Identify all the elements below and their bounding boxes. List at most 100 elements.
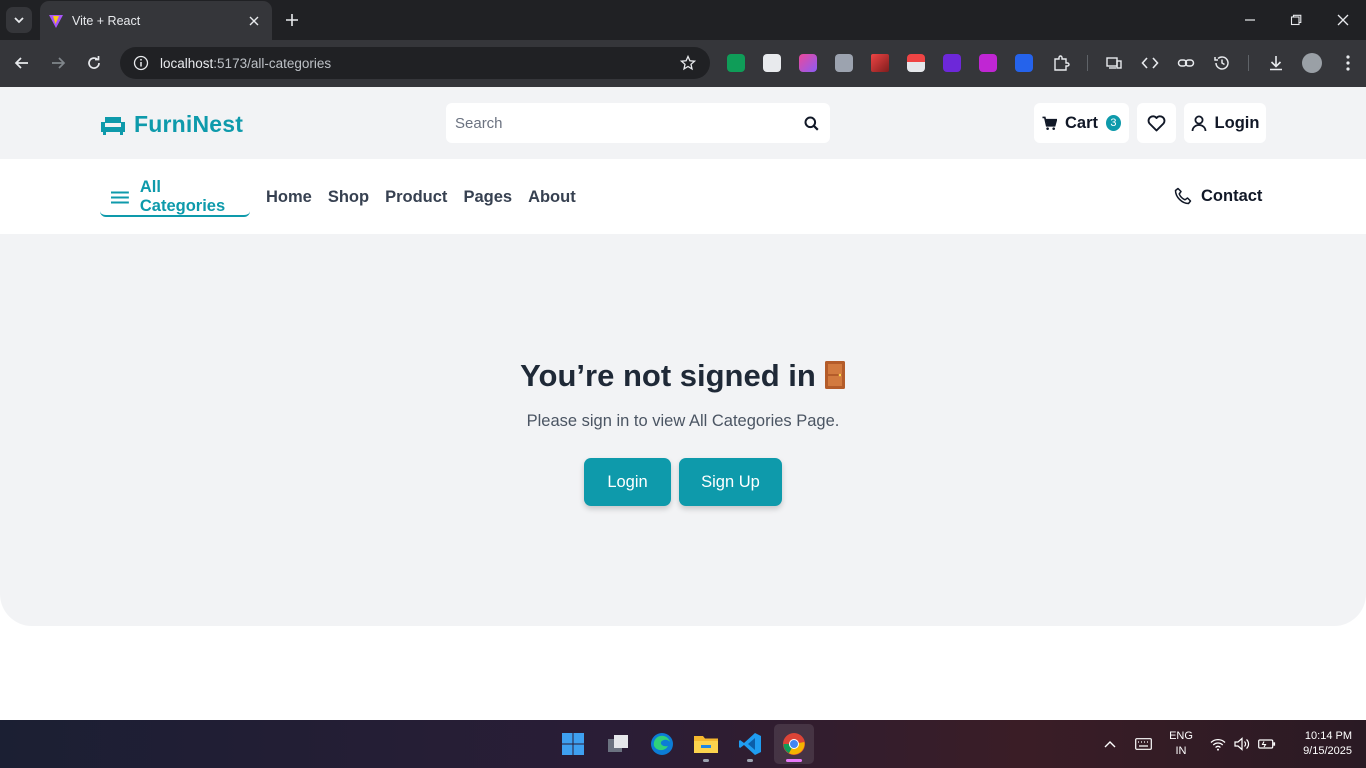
extension-sheets-icon[interactable] <box>727 54 745 72</box>
extension-color-icon[interactable] <box>799 54 817 72</box>
running-indicator <box>703 759 709 762</box>
header-login-button[interactable]: Login <box>1184 103 1266 143</box>
nav-links: Home Shop Product Pages About <box>266 188 576 207</box>
wishlist-button[interactable] <box>1137 103 1176 143</box>
nav-link-pages[interactable]: Pages <box>463 188 512 207</box>
language-line-2: IN <box>1175 745 1187 757</box>
task-view-icon <box>608 735 628 752</box>
task-view-button[interactable] <box>598 724 638 764</box>
extension-pen-icon[interactable] <box>871 54 889 72</box>
plus-icon <box>286 14 298 26</box>
cart-button[interactable]: Cart 3 <box>1034 103 1129 143</box>
contact-label: Contact <box>1201 187 1263 205</box>
notice-title-text: You’re not signed in <box>520 358 816 393</box>
close-window-button[interactable] <box>1331 8 1355 32</box>
door-icon <box>824 361 845 389</box>
cart-icon <box>1042 116 1057 130</box>
minimize-icon <box>1245 19 1255 21</box>
arrow-left-icon <box>14 57 28 69</box>
volume-icon[interactable] <box>1232 734 1252 754</box>
keyboard-icon[interactable] <box>1133 734 1153 754</box>
tab-title: Vite + React <box>72 13 141 28</box>
battery-icon[interactable] <box>1257 734 1277 754</box>
logo-text: FurniNest <box>134 111 244 137</box>
search-input[interactable] <box>455 114 800 132</box>
phone-icon <box>1174 187 1192 205</box>
search-box <box>446 103 830 143</box>
hamburger-menu-icon <box>111 191 129 203</box>
chevron-down-icon <box>14 17 24 24</box>
site-logo[interactable]: FurniNest <box>100 111 243 138</box>
tab-search-button[interactable] <box>6 7 32 33</box>
bookmark-star-icon[interactable] <box>678 53 698 73</box>
address-bar[interactable]: localhost:5173/all-categories <box>120 47 710 79</box>
language-line-1: ENG <box>1169 730 1193 742</box>
extension-twitch-icon[interactable] <box>943 54 961 72</box>
restore-button[interactable] <box>1284 8 1308 32</box>
active-indicator <box>786 759 802 762</box>
extension-s-icon[interactable] <box>1015 54 1033 72</box>
edge-app[interactable] <box>642 724 682 764</box>
back-button[interactable] <box>10 51 34 75</box>
chrome-app[interactable] <box>774 724 814 764</box>
search-icon[interactable] <box>800 112 822 134</box>
signup-button[interactable]: Sign Up <box>679 458 782 506</box>
edge-icon <box>651 733 673 755</box>
minimize-button[interactable] <box>1238 8 1262 32</box>
clock-date: 9/15/2025 <box>1303 745 1352 757</box>
code-icon[interactable] <box>1140 53 1160 73</box>
history-icon[interactable] <box>1212 53 1232 73</box>
forward-button[interactable] <box>46 51 70 75</box>
clock-time: 10:14 PM <box>1304 730 1352 742</box>
browser-toolbar: localhost:5173/all-categories <box>0 40 1366 87</box>
extension-stack-icon[interactable] <box>907 54 925 72</box>
browser-tab-bar: Vite + React <box>0 0 1366 40</box>
file-explorer-app[interactable] <box>686 724 726 764</box>
profile-avatar[interactable] <box>1302 53 1322 73</box>
reload-button[interactable] <box>82 51 106 75</box>
start-button[interactable] <box>553 724 593 764</box>
download-icon[interactable] <box>1266 53 1286 73</box>
contact-link[interactable]: Contact <box>1174 187 1262 206</box>
restore-icon <box>1290 14 1302 26</box>
main-nav: All Categories Home Shop Product Pages A… <box>0 159 1366 234</box>
browser-tab[interactable]: Vite + React <box>40 1 272 40</box>
nav-link-home[interactable]: Home <box>266 188 312 207</box>
toolbar-divider <box>1087 55 1088 71</box>
arrow-right-icon <box>52 57 66 69</box>
extension-download-icon[interactable] <box>979 54 997 72</box>
vscode-icon <box>739 733 761 755</box>
heart-icon <box>1147 114 1166 131</box>
extensions-puzzle-icon[interactable] <box>1051 53 1071 73</box>
all-categories-button[interactable]: All Categories <box>100 178 250 217</box>
clock[interactable]: 10:14 PM 9/15/2025 <box>1286 729 1352 759</box>
language-indicator[interactable]: ENG IN <box>1166 729 1196 759</box>
signin-required-panel: You’re not signed in Please sign in to v… <box>0 234 1366 626</box>
url-text: localhost:5173/all-categories <box>160 56 678 71</box>
menu-kebab-icon[interactable] <box>1338 53 1358 73</box>
wifi-icon[interactable] <box>1208 734 1228 754</box>
login-button[interactable]: Login <box>584 458 671 506</box>
vite-logo-icon <box>49 14 63 28</box>
cart-label: Cart <box>1064 113 1098 132</box>
nav-link-product[interactable]: Product <box>385 188 447 207</box>
extension-docs-icon[interactable] <box>763 54 781 72</box>
notice-subtitle: Please sign in to view All Categories Pa… <box>526 412 840 430</box>
nav-link-shop[interactable]: Shop <box>328 188 369 207</box>
tab-close-icon[interactable] <box>246 13 262 29</box>
header-login-label: Login <box>1214 113 1260 132</box>
vscode-app[interactable] <box>730 724 770 764</box>
url-host: localhost <box>160 55 214 71</box>
nav-link-about[interactable]: About <box>528 188 576 207</box>
extension-tool-icon[interactable] <box>835 54 853 72</box>
link-icon[interactable] <box>1176 53 1196 73</box>
new-tab-button[interactable] <box>282 10 302 30</box>
chevron-up-icon[interactable] <box>1100 734 1120 754</box>
device-icon[interactable] <box>1104 53 1124 73</box>
windows-taskbar: ENG IN 10:14 PM 9/15/2025 <box>0 720 1366 768</box>
windows-logo-icon <box>562 733 584 755</box>
user-icon <box>1191 115 1206 131</box>
site-info-icon[interactable] <box>132 54 150 72</box>
reload-icon <box>88 56 100 69</box>
url-path: :5173/all-categories <box>213 55 332 71</box>
